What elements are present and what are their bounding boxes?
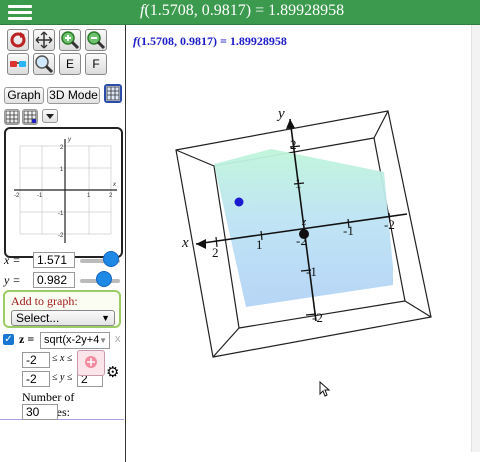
move-arrows-icon <box>35 31 53 49</box>
y-axis-label: y <box>276 106 285 122</box>
chevron-down-icon: ▼ <box>101 313 110 323</box>
grid-small-button[interactable] <box>4 109 20 125</box>
z-label: z = <box>19 332 35 346</box>
preview-y-label: y <box>67 137 72 143</box>
graph-button[interactable]: Graph <box>4 87 44 104</box>
surface-point <box>299 229 309 239</box>
z-axis-label: z <box>301 216 307 228</box>
grid-point-icon <box>23 110 37 124</box>
x-tick-label: -1 <box>343 223 354 238</box>
mouse-cursor-icon <box>319 380 331 397</box>
y-tick-label: 1 <box>295 176 302 191</box>
add-to-graph-title: Add to graph: <box>11 294 78 308</box>
x-range-sep: ≤ x ≤ <box>52 353 73 364</box>
x-param-slider-thumb[interactable] <box>103 251 119 267</box>
3d-plot: x y z 2 1 -1 -2 2 1 -1 -2 -2 <box>175 106 432 397</box>
color-picker-button[interactable] <box>77 350 105 376</box>
left-panel: E F Graph 3D Mode -2 -1 1 2 2 1 -1 -2 x … <box>0 25 127 462</box>
function-expression-input[interactable]: sqrt(x-2y+4 ▼ <box>40 332 110 349</box>
preview-xtick: -2 <box>14 193 20 199</box>
chevron-down-icon <box>46 114 54 119</box>
x-param-input[interactable]: 1.571 <box>33 252 75 268</box>
title-bar: f(1.5708, 0.9817) = 1.89928958 <box>0 0 480 25</box>
plot-area[interactable]: f(1.5708, 0.9817) = 1.89928958 x y z 2 1… <box>126 25 480 462</box>
grid-icon <box>106 86 120 101</box>
grid-toggle-button[interactable] <box>104 84 122 103</box>
y-tick-label: -2 <box>312 310 323 325</box>
zoom-out-button[interactable] <box>85 29 107 51</box>
menu-icon[interactable] <box>8 3 32 21</box>
y-param-slider-thumb[interactable] <box>96 271 112 287</box>
preview-xtick: -1 <box>37 193 43 199</box>
preview-xtick: 1 <box>87 193 91 199</box>
trace-point[interactable] <box>234 197 244 207</box>
y-range-sep: ≤ y ≤ <box>52 372 73 383</box>
glasses-icon <box>10 61 26 67</box>
x-tick-label: 2 <box>212 245 219 260</box>
vertical-scrollbar[interactable] <box>471 25 480 452</box>
zoom-box-button[interactable] <box>33 53 55 75</box>
preview-ytick: -2 <box>58 233 64 239</box>
zoom-in-button[interactable] <box>59 29 81 51</box>
x-min-input[interactable]: -2 <box>22 352 50 368</box>
f-button[interactable]: F <box>85 53 107 75</box>
x-axis-label: x <box>181 235 189 251</box>
preview-ytick: -1 <box>58 211 64 217</box>
y-axis-arrow-icon <box>286 119 295 129</box>
page-title: f(1.5708, 0.9817) = 1.89928958 <box>140 2 345 19</box>
grid-small-icon <box>5 110 19 124</box>
color-swatch-icon <box>85 356 97 368</box>
y-param-label: y = <box>4 273 21 287</box>
3d-glasses-button[interactable] <box>7 53 29 75</box>
function-panel: ✓ z = sqrt(x-2y+4 ▼ x -2 ≤ x ≤ -2 ≤ y ≤ 2… <box>0 331 124 420</box>
x-axis-arrow-icon <box>196 239 206 249</box>
chevron-down-icon: ▼ <box>99 336 107 345</box>
x-tick-label: -2 <box>384 217 395 232</box>
zoom-out-icon <box>87 31 106 50</box>
e-button[interactable]: E <box>59 53 81 75</box>
gridlines-input[interactable]: 30 <box>22 404 58 420</box>
3d-mode-button[interactable]: 3D Mode <box>47 87 100 104</box>
function-visible-checkbox[interactable]: ✓ <box>3 334 14 345</box>
pan-button[interactable] <box>33 29 55 51</box>
x-param-label: x = <box>4 253 21 267</box>
preview-graph[interactable]: -2 -1 1 2 2 1 -1 -2 x y <box>4 127 123 258</box>
reset-view-button[interactable] <box>7 29 29 51</box>
x-tick-label: 1 <box>256 237 263 252</box>
zoom-in-icon <box>61 31 80 50</box>
add-to-graph-selected: Select... <box>16 311 60 325</box>
add-to-graph-select[interactable]: Select... ▼ <box>11 310 115 326</box>
preview-xtick: 2 <box>109 193 113 199</box>
y-tick-label: -1 <box>306 264 317 279</box>
preview-x-label: x <box>112 182 117 188</box>
function-expression-text: sqrt(x-2y+4 <box>44 334 100 346</box>
reset-icon <box>10 32 26 48</box>
magnifier-icon <box>35 55 54 74</box>
options-dropdown[interactable] <box>42 109 58 123</box>
gear-icon[interactable]: ⚙ <box>106 363 119 381</box>
y-min-input[interactable]: -2 <box>22 371 50 387</box>
add-to-graph-panel: Add to graph: Select... ▼ <box>3 290 121 328</box>
grid-point-button[interactable] <box>22 109 38 125</box>
remove-function-button[interactable]: x <box>115 333 121 345</box>
y-param-input[interactable]: 0.982 <box>33 272 75 288</box>
preview-plot: -2 -1 1 2 2 1 -1 -2 x y <box>14 137 117 243</box>
y-tick-label: 2 <box>290 137 297 152</box>
